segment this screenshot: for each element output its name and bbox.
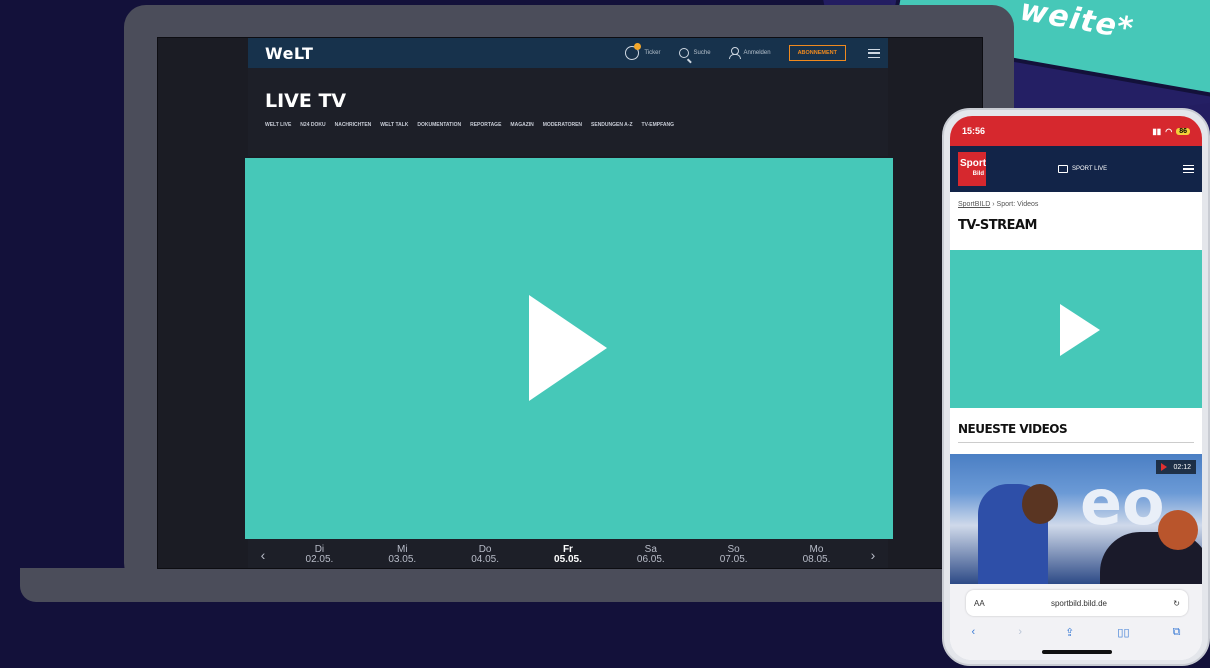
welt-page: WeLT Ticker Suche Anmelden ABONNEMENT LI… bbox=[248, 38, 888, 156]
latest-videos-title: NEUESTE VIDEOS bbox=[958, 422, 1068, 436]
divider bbox=[958, 442, 1194, 443]
sportbild-header: Sport Bild SPORT LIVE bbox=[950, 146, 1202, 192]
search-link[interactable]: Suche bbox=[678, 48, 711, 58]
phone-frame: 15:56 ▮▮ ◠ 86 Sport Bild SPORT LIVE Sport… bbox=[942, 108, 1210, 666]
date-item[interactable]: Mi 03.05. bbox=[388, 544, 416, 565]
subnav-item[interactable]: TV-EMPFANG bbox=[642, 122, 675, 128]
date-list: Di 02.05. Mi 03.05. Do 04.05. Fr 05.05. Sa 06… bbox=[278, 544, 858, 565]
user-icon bbox=[728, 47, 741, 59]
subnav-item[interactable]: MODERATOREN bbox=[543, 122, 582, 128]
phone-video-player[interactable] bbox=[950, 250, 1202, 408]
menu-icon[interactable] bbox=[1183, 165, 1194, 173]
battery-icon: 86 bbox=[1176, 127, 1190, 135]
share-icon[interactable]: ⇪ bbox=[1065, 626, 1074, 639]
menu-icon[interactable] bbox=[868, 48, 880, 58]
sportbild-logo[interactable]: Sport Bild bbox=[958, 152, 986, 186]
login-link[interactable]: Anmelden bbox=[728, 47, 771, 59]
wifi-icon: ◠ bbox=[1165, 126, 1173, 136]
reader-aa-button[interactable]: AA bbox=[974, 599, 985, 608]
stream-title: TV-STREAM bbox=[958, 218, 1038, 233]
page-title: LIVE TV bbox=[265, 90, 347, 112]
date-item[interactable]: Di 02.05. bbox=[306, 544, 334, 565]
date-selector: ‹ Di 02.05. Mi 03.05. Do 04.05. Fr 05.05. Sa… bbox=[248, 539, 888, 568]
duration-badge: 02:12 bbox=[1156, 460, 1196, 474]
forward-icon[interactable]: › bbox=[1018, 626, 1022, 638]
search-label: Suche bbox=[693, 50, 711, 56]
play-icon[interactable] bbox=[1060, 304, 1100, 356]
video-player[interactable] bbox=[245, 158, 893, 539]
sport-live-link[interactable]: SPORT LIVE bbox=[1058, 165, 1107, 173]
reload-icon[interactable]: ↻ bbox=[1173, 599, 1180, 608]
date-item[interactable]: Do 04.05. bbox=[471, 544, 499, 565]
subnav-item[interactable]: DOKUMENTATION bbox=[417, 122, 461, 128]
play-indicator-icon bbox=[1161, 463, 1168, 471]
basketball bbox=[1158, 510, 1198, 550]
welt-header: WeLT Ticker Suche Anmelden ABONNEMENT bbox=[248, 38, 888, 68]
thumb-brand: eo bbox=[1080, 466, 1165, 539]
sport-live-label: SPORT LIVE bbox=[1072, 166, 1108, 172]
laptop-screen: WeLT Ticker Suche Anmelden ABONNEMENT LI… bbox=[157, 37, 983, 569]
tv-icon bbox=[1058, 165, 1068, 173]
signal-icon: ▮▮ bbox=[1152, 126, 1162, 136]
subnav-item[interactable]: N24 DOKU bbox=[300, 122, 325, 128]
date-item[interactable]: Sa 06.05. bbox=[637, 544, 665, 565]
status-time: 15:56 bbox=[962, 126, 986, 136]
prev-date-arrow-icon[interactable]: ‹ bbox=[248, 547, 278, 563]
video-thumbnail[interactable]: eo 02:12 bbox=[950, 454, 1202, 584]
url-bar[interactable]: AA sportbild.bild.de ↻ bbox=[966, 590, 1188, 616]
status-bar: 15:56 ▮▮ ◠ 86 bbox=[950, 116, 1202, 146]
date-item[interactable]: So 07.05. bbox=[720, 544, 748, 565]
next-date-arrow-icon[interactable]: › bbox=[858, 547, 888, 563]
subnav-item[interactable]: MAGAZIN bbox=[510, 122, 533, 128]
back-icon[interactable]: ‹ bbox=[972, 626, 976, 638]
bookmarks-icon[interactable]: ▯▯ bbox=[1117, 626, 1129, 639]
laptop-base bbox=[20, 568, 1020, 602]
browser-toolbar: ‹ › ⇪ ▯▯ ⧉ bbox=[950, 622, 1202, 642]
subnav-item[interactable]: REPORTAGE bbox=[470, 122, 501, 128]
phone-screen: 15:56 ▮▮ ◠ 86 Sport Bild SPORT LIVE Sport… bbox=[950, 116, 1202, 660]
ticker-icon bbox=[625, 43, 642, 60]
subnav-item[interactable]: WELT LIVE bbox=[265, 122, 291, 128]
ticker-label: Ticker bbox=[644, 50, 661, 56]
play-icon[interactable] bbox=[529, 295, 607, 401]
date-item-active[interactable]: Fr 05.05. bbox=[554, 544, 582, 565]
breadcrumb-root[interactable]: SportBILD bbox=[958, 201, 990, 208]
url-text[interactable]: sportbild.bild.de bbox=[985, 599, 1174, 608]
welt-logo[interactable]: WeLT bbox=[265, 44, 313, 63]
player-figure bbox=[978, 484, 1058, 584]
subscribe-button[interactable]: ABONNEMENT bbox=[788, 45, 846, 61]
status-icons: ▮▮ ◠ 86 bbox=[1152, 127, 1190, 136]
subnav-item[interactable]: WELT TALK bbox=[380, 122, 408, 128]
subnav-item[interactable]: NACHRICHTEN bbox=[335, 122, 372, 128]
login-label: Anmelden bbox=[743, 50, 771, 56]
sub-navigation: WELT LIVE N24 DOKU NACHRICHTEN WELT TALK… bbox=[265, 122, 674, 128]
home-indicator bbox=[1042, 650, 1112, 654]
promo-badge-text: weite* bbox=[1017, 0, 1137, 47]
search-icon bbox=[678, 48, 689, 58]
date-item[interactable]: Mo 08.05. bbox=[803, 544, 831, 565]
breadcrumb: SportBILD › Sport: Videos bbox=[958, 201, 1039, 208]
subnav-item[interactable]: SENDUNGEN A-Z bbox=[591, 122, 632, 128]
header-actions: Ticker Suche Anmelden ABONNEMENT bbox=[625, 43, 888, 61]
tabs-icon[interactable]: ⧉ bbox=[1173, 626, 1181, 639]
ticker-link[interactable]: Ticker bbox=[625, 43, 661, 60]
